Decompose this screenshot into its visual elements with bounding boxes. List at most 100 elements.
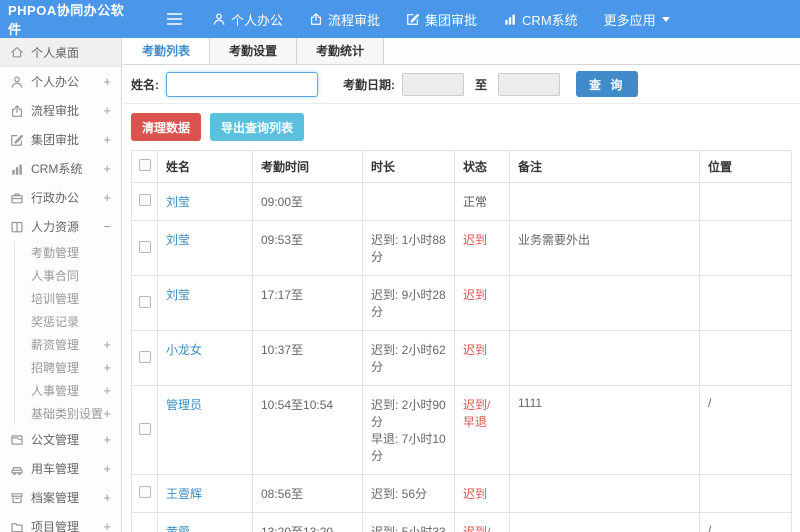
expand-toggle-icon[interactable]: + (103, 103, 113, 118)
sidebar-item-个人桌面[interactable]: 个人桌面 (0, 38, 121, 67)
sidebar-item-考勤管理[interactable]: 考勤管理 (14, 241, 121, 264)
expand-toggle-icon[interactable]: − (103, 219, 113, 234)
duration-cell: 迟到: 56分 (362, 474, 455, 513)
sidebar-item-行政办公[interactable]: 行政办公 + (0, 183, 121, 212)
date-from-input[interactable] (402, 72, 464, 96)
row-checkbox[interactable] (138, 486, 151, 498)
status-cell: 迟到 (454, 330, 510, 386)
row-checkbox[interactable] (138, 240, 151, 253)
sidebar: 个人桌面 个人办公 + 流程审批 + 集团审批 + CRM系统 + 行政办公 +… (0, 38, 122, 532)
sidebar-item-人事管理[interactable]: 人事管理 + (14, 379, 121, 402)
sidebar-item-人力资源[interactable]: 人力资源 − (0, 212, 121, 241)
sidebar-item-label: 培训管理 (31, 292, 80, 306)
filter-bar: 姓名: 考勤日期: 至 查 询 (123, 65, 800, 104)
sidebar-item-公文管理[interactable]: 公文管理 + (0, 425, 121, 454)
row-checkbox[interactable] (138, 194, 151, 206)
employee-name-link[interactable]: 刘莹 (166, 288, 190, 302)
main-content: 考勤列表 考勤设置 考勤统计 姓名: 考勤日期: 至 查 询 清理数据 导出查询… (123, 38, 800, 532)
clear-data-button[interactable]: 清理数据 (131, 113, 202, 141)
status-cell: 迟到 (454, 220, 510, 276)
duration-cell: 迟到: 2小时62分 (362, 330, 455, 386)
tab-attendance-stats[interactable]: 考勤统计 (297, 38, 385, 64)
sidebar-item-档案管理[interactable]: 档案管理 + (0, 483, 121, 512)
car-icon (10, 462, 25, 476)
name-label: 姓名: (131, 77, 159, 92)
sidebar-item-流程审批[interactable]: 流程审批 + (0, 96, 121, 125)
row-checkbox[interactable] (138, 295, 151, 308)
expand-toggle-icon[interactable]: + (103, 406, 113, 421)
app: { "navbar": { "logo": "PHPOA协同办公软件", "it… (0, 0, 800, 532)
navbar-item-label: 流程审批 (328, 12, 381, 28)
table-row: 刘莹 09:00至 正常 (131, 182, 792, 221)
navbar-item[interactable]: 个人办公 (212, 10, 283, 29)
remark-cell: 1111 (509, 385, 700, 475)
sidebar-item-奖惩记录[interactable]: 奖惩记录 (14, 310, 121, 333)
navbar-items: 个人办公 流程审批 集团审批 CRM系统 更多应用 (199, 10, 683, 29)
remark-cell (509, 512, 700, 532)
column-header: 考勤时间 (252, 150, 363, 183)
sidebar-item-集团审批[interactable]: 集团审批 + (0, 125, 121, 154)
sidebar-item-label: 行政办公 (31, 191, 80, 205)
location-cell: / (699, 512, 792, 532)
sidebar-item-招聘管理[interactable]: 招聘管理 + (14, 356, 121, 379)
expand-toggle-icon[interactable]: + (103, 360, 113, 375)
expand-toggle-icon[interactable]: + (103, 337, 113, 352)
expand-toggle-icon[interactable]: + (103, 519, 113, 532)
expand-toggle-icon[interactable]: + (103, 432, 113, 447)
tab-attendance-settings[interactable]: 考勤设置 (210, 38, 298, 64)
remark-cell (509, 330, 700, 386)
export-list-button[interactable]: 导出查询列表 (210, 113, 305, 141)
sidebar-item-label: 档案管理 (31, 491, 80, 505)
sidebar-item-label: 人力资源 (31, 220, 80, 234)
tab-attendance-list[interactable]: 考勤列表 (123, 38, 211, 64)
hamburger-menu-icon[interactable] (166, 12, 183, 26)
attendance-time-cell: 08:56至 (252, 474, 363, 513)
sidebar-item-基础类别设置[interactable]: 基础类别设置 + (14, 402, 121, 425)
employee-name-link[interactable]: 小龙女 (166, 343, 202, 357)
sidebar-item-label: 个人桌面 (31, 45, 80, 60)
navbar-item[interactable]: CRM系统 (503, 10, 578, 29)
row-checkbox[interactable] (138, 422, 151, 435)
expand-toggle-icon[interactable]: + (103, 461, 113, 476)
expand-toggle-icon[interactable]: + (103, 74, 113, 89)
to-label: 至 (475, 77, 488, 92)
attendance-time-cell: 10:37至 (252, 330, 363, 386)
select-all-checkbox[interactable] (138, 159, 151, 171)
duration-cell: 迟到: 1小时88分 (362, 220, 455, 276)
employee-name-link[interactable]: 王壹辉 (166, 487, 202, 501)
navbar-item[interactable]: 流程审批 (309, 10, 380, 29)
expand-toggle-icon[interactable]: + (103, 161, 113, 176)
expand-toggle-icon[interactable]: + (103, 190, 113, 205)
sidebar-item-用车管理[interactable]: 用车管理 + (0, 454, 121, 483)
sidebar-item-人事合同[interactable]: 人事合同 (14, 264, 121, 287)
sidebar-item-薪资管理[interactable]: 薪资管理 + (14, 333, 121, 356)
search-button[interactable]: 查 询 (576, 71, 639, 97)
employee-name-link[interactable]: 刘莹 (166, 195, 190, 209)
employee-name-link[interactable]: 刘莹 (166, 233, 190, 247)
date-to-input[interactable] (498, 72, 561, 96)
navbar-item[interactable]: 集团审批 (406, 10, 477, 29)
row-checkbox[interactable] (138, 350, 151, 363)
navbar-item[interactable]: 更多应用 (604, 10, 670, 29)
column-header: 姓名 (157, 150, 253, 183)
sidebar-item-label: 薪资管理 (31, 338, 80, 352)
sidebar-item-label: 流程审批 (31, 104, 80, 118)
project-icon (10, 520, 25, 532)
sidebar-item-个人办公[interactable]: 个人办公 + (0, 67, 121, 96)
employee-name-link[interactable]: 管理员 (166, 398, 202, 412)
sidebar-item-项目管理[interactable]: 项目管理 + (0, 512, 121, 532)
sidebar-item-CRM系统[interactable]: CRM系统 + (0, 154, 121, 183)
table-row: 小龙女 10:37至 迟到: 2小时62分 迟到 (131, 330, 792, 386)
sidebar-item-label: 基础类别设置 (31, 407, 104, 421)
employee-name-link[interactable]: 黄蓉 (166, 525, 190, 532)
remark-cell (509, 182, 700, 221)
expand-toggle-icon[interactable]: + (103, 383, 113, 398)
sidebar-item-培训管理[interactable]: 培训管理 (14, 287, 121, 310)
book-icon (10, 220, 25, 234)
status-cell: 迟到/早退 (454, 512, 510, 532)
attendance-table: 姓名 考勤时间 时长 状态 备注 位置 刘莹 09:00至 正常 刘莹 09:53至 迟到… (131, 150, 792, 532)
name-input[interactable] (166, 71, 318, 97)
expand-toggle-icon[interactable]: + (103, 490, 113, 505)
sidebar-item-label: 招聘管理 (31, 361, 80, 375)
expand-toggle-icon[interactable]: + (103, 132, 113, 147)
